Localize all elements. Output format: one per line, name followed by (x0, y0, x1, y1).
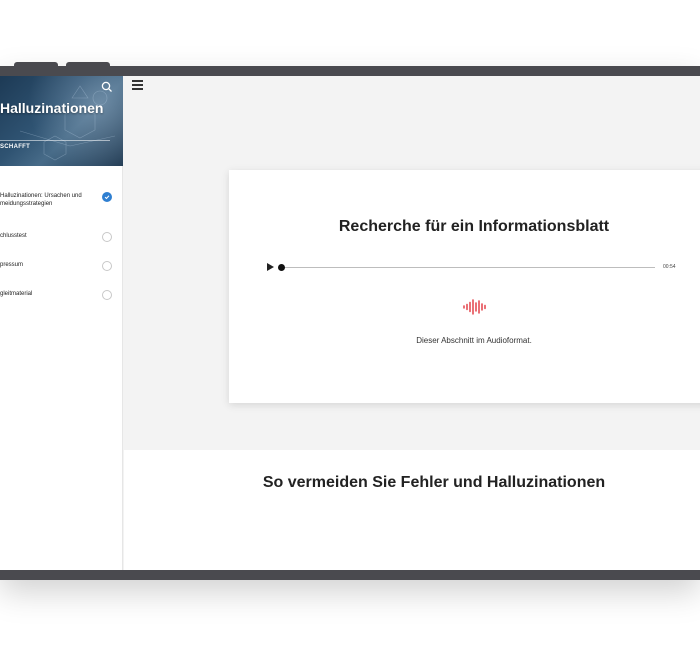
audio-card-title: Recherche für ein Informationsblatt (338, 218, 610, 235)
circle-icon (102, 261, 112, 271)
nav-item-label: gleitmaterial (0, 291, 33, 297)
main-content: Recherche für ein Informationsblatt 00:5… (124, 76, 700, 570)
lesson-nav: Halluzinationen: Ursachen und meidungsstr… (0, 188, 123, 315)
search-icon[interactable] (100, 80, 114, 94)
nav-item-label: chlusstest (0, 233, 27, 239)
device-button (66, 62, 110, 66)
circle-icon (102, 232, 112, 242)
divider (0, 140, 110, 141)
nav-item-schlusstest[interactable]: chlusstest (0, 228, 123, 257)
sidebar: Halluzinationen SCHAFFT Halluzinationen:… (0, 76, 123, 570)
audio-progress-knob[interactable] (278, 264, 285, 271)
course-title: Halluzinationen (0, 100, 104, 116)
nav-item-impressum[interactable]: pressum (0, 257, 123, 286)
section-heading: So vermeiden Sie Fehler und Halluzinatio… (262, 474, 606, 491)
check-circle-icon (102, 192, 112, 202)
device-button (14, 62, 58, 66)
audio-progress-track[interactable] (281, 267, 655, 268)
course-subtitle: SCHAFFT (0, 144, 31, 150)
screen: Halluzinationen SCHAFFT Halluzinationen:… (0, 76, 700, 570)
nav-item-label: pressum (0, 262, 24, 268)
audio-time: 00:54 (663, 264, 676, 270)
nav-item-label: Halluzinationen: Ursachen und meidungsstr… (0, 193, 82, 207)
audio-card: Recherche für ein Informationsblatt 00:5… (229, 170, 700, 403)
hamburger-menu-icon[interactable] (132, 80, 143, 90)
audio-player: 00:54 (267, 262, 687, 274)
nav-item-begleitmaterial[interactable]: gleitmaterial (0, 286, 123, 315)
audio-caption: Dieser Abschnitt im Audioformat. (416, 336, 532, 345)
nav-item-halluzinationen[interactable]: Halluzinationen: Ursachen und meidungsstr… (0, 188, 123, 228)
circle-icon (102, 290, 112, 300)
device-frame: Halluzinationen SCHAFFT Halluzinationen:… (0, 62, 700, 580)
play-icon[interactable] (267, 263, 274, 271)
course-hero-image: Halluzinationen SCHAFFT (0, 76, 123, 166)
audio-wave-icon (463, 299, 486, 315)
content-section: So vermeiden Sie Fehler und Halluzinatio… (124, 450, 700, 570)
